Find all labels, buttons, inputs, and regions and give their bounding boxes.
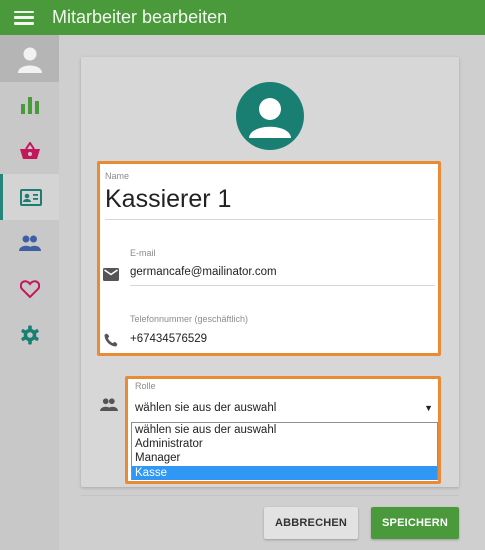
email-label: E-mail xyxy=(130,248,156,258)
role-option[interactable]: Manager xyxy=(132,451,437,465)
hamburger-menu-icon[interactable] xyxy=(14,10,34,25)
save-button[interactable]: SPEICHERN xyxy=(371,507,459,539)
role-selected-value: wählen sie aus der auswahl xyxy=(135,402,277,414)
role-options-list: wählen sie aus der auswahl Administrator… xyxy=(131,422,438,480)
employee-avatar-icon xyxy=(236,82,304,150)
role-option[interactable]: wählen sie aus der auswahl xyxy=(132,423,437,437)
email-icon xyxy=(103,268,119,281)
role-people-icon xyxy=(100,398,118,411)
sidebar-item-favorites[interactable] xyxy=(0,266,59,312)
sidebar-item-shop[interactable] xyxy=(0,128,59,174)
name-field[interactable]: Kassierer 1 xyxy=(105,185,231,214)
name-label: Name xyxy=(105,171,130,181)
contact-fields-group: Name Kassierer 1 E-mail germancafe@maili… xyxy=(97,161,441,356)
bar-chart-icon xyxy=(20,97,39,114)
cancel-button[interactable]: ABBRECHEN xyxy=(264,507,358,539)
sidebar xyxy=(0,35,59,550)
sidebar-item-settings[interactable] xyxy=(0,312,59,358)
role-select[interactable]: wählen sie aus der auswahl ▼ xyxy=(132,399,437,417)
sidebar-item-statistics[interactable] xyxy=(0,82,59,128)
gear-icon xyxy=(20,325,39,345)
phone-icon xyxy=(104,333,118,347)
sidebar-item-users[interactable] xyxy=(0,220,59,266)
id-card-icon xyxy=(20,188,42,206)
sidebar-item-employees[interactable] xyxy=(0,174,59,220)
role-option[interactable]: Administrator xyxy=(132,437,437,451)
email-field[interactable]: germancafe@mailinator.com xyxy=(130,266,277,278)
role-option-highlighted[interactable]: Kasse xyxy=(132,465,437,480)
people-icon xyxy=(18,235,41,251)
name-underline xyxy=(105,219,435,220)
user-avatar-icon xyxy=(17,47,42,73)
email-underline xyxy=(130,285,435,286)
user-avatar[interactable] xyxy=(0,35,59,82)
basket-icon xyxy=(19,142,40,159)
dropdown-arrow-icon: ▼ xyxy=(424,403,433,413)
role-field-group: Rolle wählen sie aus der auswahl ▼ wähle… xyxy=(125,376,441,484)
phone-label: Telefonnummer (geschäftlich) xyxy=(130,314,249,324)
phone-field[interactable]: +67434576529 xyxy=(130,333,207,345)
page-title: Mitarbeiter bearbeiten xyxy=(52,7,228,27)
heart-icon xyxy=(19,280,40,298)
actions-divider xyxy=(81,495,459,496)
role-label: Rolle xyxy=(135,381,156,391)
app-bar: Mitarbeiter bearbeiten xyxy=(0,0,485,35)
